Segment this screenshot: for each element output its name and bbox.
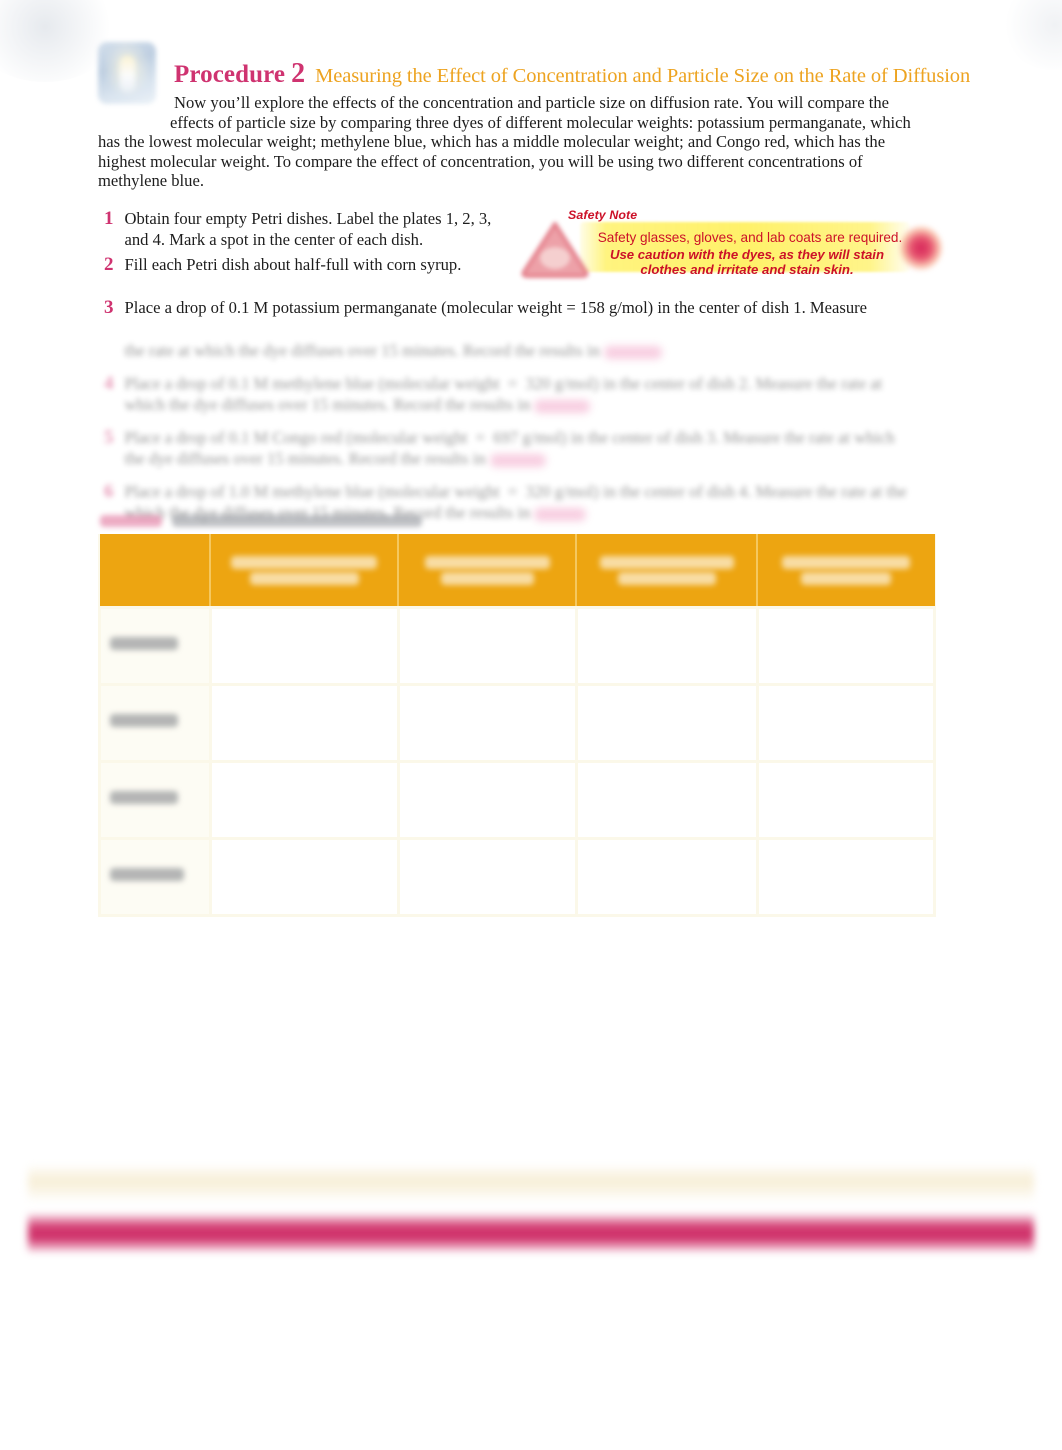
table-row-label: [98, 760, 212, 840]
table-header: [99, 534, 935, 608]
step-number-3: 3: [104, 297, 114, 318]
procedure-word: Procedure: [174, 61, 286, 88]
table-cell[interactable]: [755, 683, 937, 763]
table-cell[interactable]: [208, 760, 400, 840]
table-header-cell-1: [210, 534, 400, 608]
table-cell[interactable]: [574, 606, 759, 686]
footer-bar-crimson: [28, 1214, 1034, 1252]
table-row: [98, 837, 937, 917]
step-number-2: 2: [104, 254, 114, 275]
table-row-label: [98, 837, 212, 917]
procedure-step-2: 2 Fill each Petri dish about half-full w…: [104, 254, 504, 275]
footer-bar-cream: [28, 1166, 1034, 1200]
table-cell[interactable]: [396, 760, 578, 840]
table-cell[interactable]: [396, 683, 578, 763]
table-cell[interactable]: [755, 760, 937, 840]
table-cell[interactable]: [396, 837, 578, 917]
table-caption: [100, 512, 520, 528]
procedure-subtitle: Measuring the Effect of Concentration an…: [315, 65, 971, 87]
caption-label-blurred: [100, 515, 162, 528]
table-row: [98, 760, 937, 840]
procedure-number: 2: [291, 58, 306, 89]
step-text-1: Obtain four empty Petri dishes. Label th…: [124, 209, 492, 249]
table-row-label: [98, 606, 212, 686]
intro-paragraph: Now you’ll explore the effects of the co…: [98, 93, 930, 191]
safety-note-line-2b: clothes and irritate and stain skin.: [640, 262, 854, 277]
table-cell[interactable]: [574, 837, 759, 917]
results-data-table: [98, 534, 937, 917]
page-title: Procedure 2 Measuring the Effect of Concen…: [174, 58, 970, 90]
step-number-5: 5: [104, 427, 114, 448]
illegible-line: the rate at which the dye diffuses over …: [125, 340, 917, 361]
safety-note-callout: Safety Note Safety glasses, gloves, and …: [518, 208, 942, 286]
table-body: [98, 606, 937, 917]
illegible-steps-block: 3 the rate at which the dye diffuses ove…: [104, 340, 916, 535]
table-cell[interactable]: [755, 606, 937, 686]
step-number-1: 1: [104, 208, 114, 229]
illegible-line: Place a drop of 0.1 M methylene blue (mo…: [124, 374, 883, 414]
procedure-step-5: 5 Place a drop of 0.1 M Congo red (molec…: [104, 427, 916, 469]
table-header-cell-0: [99, 534, 212, 608]
intro-line-2: effects of particle size by comparing th…: [170, 112, 911, 132]
page-canvas: Procedure 2 Measuring the Effect of Concen…: [0, 0, 1062, 1450]
table-cell[interactable]: [208, 837, 400, 917]
intro-line-5: methylene blue.: [98, 171, 204, 191]
safety-note-line-2: Use caution with the dyes, as they will …: [588, 247, 906, 277]
intro-line-4: highest molecular weight. To compare the…: [98, 151, 863, 171]
table-header-cell-3: [576, 534, 759, 608]
table-cell[interactable]: [574, 683, 759, 763]
table-cell[interactable]: [396, 606, 578, 686]
illegible-line: Place a drop of 0.1 M Congo red (molecul…: [124, 428, 895, 468]
table-header-row: [99, 534, 935, 608]
procedure-step-4: 4 Place a drop of 0.1 M methylene blue (…: [104, 373, 916, 415]
table-cell[interactable]: [755, 837, 937, 917]
procedure-step-1: 1 Obtain four empty Petri dishes. Label …: [104, 208, 504, 250]
table-cell[interactable]: [574, 760, 759, 840]
safety-note-line-2a: Use caution with the dyes, as they will …: [609, 247, 885, 262]
table-row: [98, 606, 937, 686]
table-cell[interactable]: [208, 606, 400, 686]
table-header-cell-4: [757, 534, 935, 608]
safety-note-label: Safety Note: [568, 208, 638, 222]
table-cell[interactable]: [208, 683, 400, 763]
procedure-step-3: 3 Place a drop of 0.1 M potassium perman…: [104, 297, 916, 318]
warning-triangle-icon: [521, 222, 589, 278]
caption-text-blurred: [172, 515, 422, 528]
intro-line-1: Now you’ll explore the effects of the co…: [174, 93, 890, 112]
table-row-label: [98, 683, 212, 763]
step-text-2: Fill each Petri dish about half-full wit…: [124, 255, 462, 274]
step-text-3: Place a drop of 0.1 M potassium permanga…: [124, 298, 868, 317]
step-number-4: 4: [104, 373, 114, 394]
scan-smudge-top-right: [1000, 0, 1062, 70]
table-header-cell-2: [398, 534, 578, 608]
intro-line-3: has the lowest molecular weight; methyle…: [98, 132, 886, 152]
safety-note-line-1: Safety glasses, gloves, and lab coats ar…: [597, 230, 903, 245]
table-row: [98, 683, 937, 763]
step-3-continuation: 3 the rate at which the dye diffuses ove…: [104, 340, 916, 361]
